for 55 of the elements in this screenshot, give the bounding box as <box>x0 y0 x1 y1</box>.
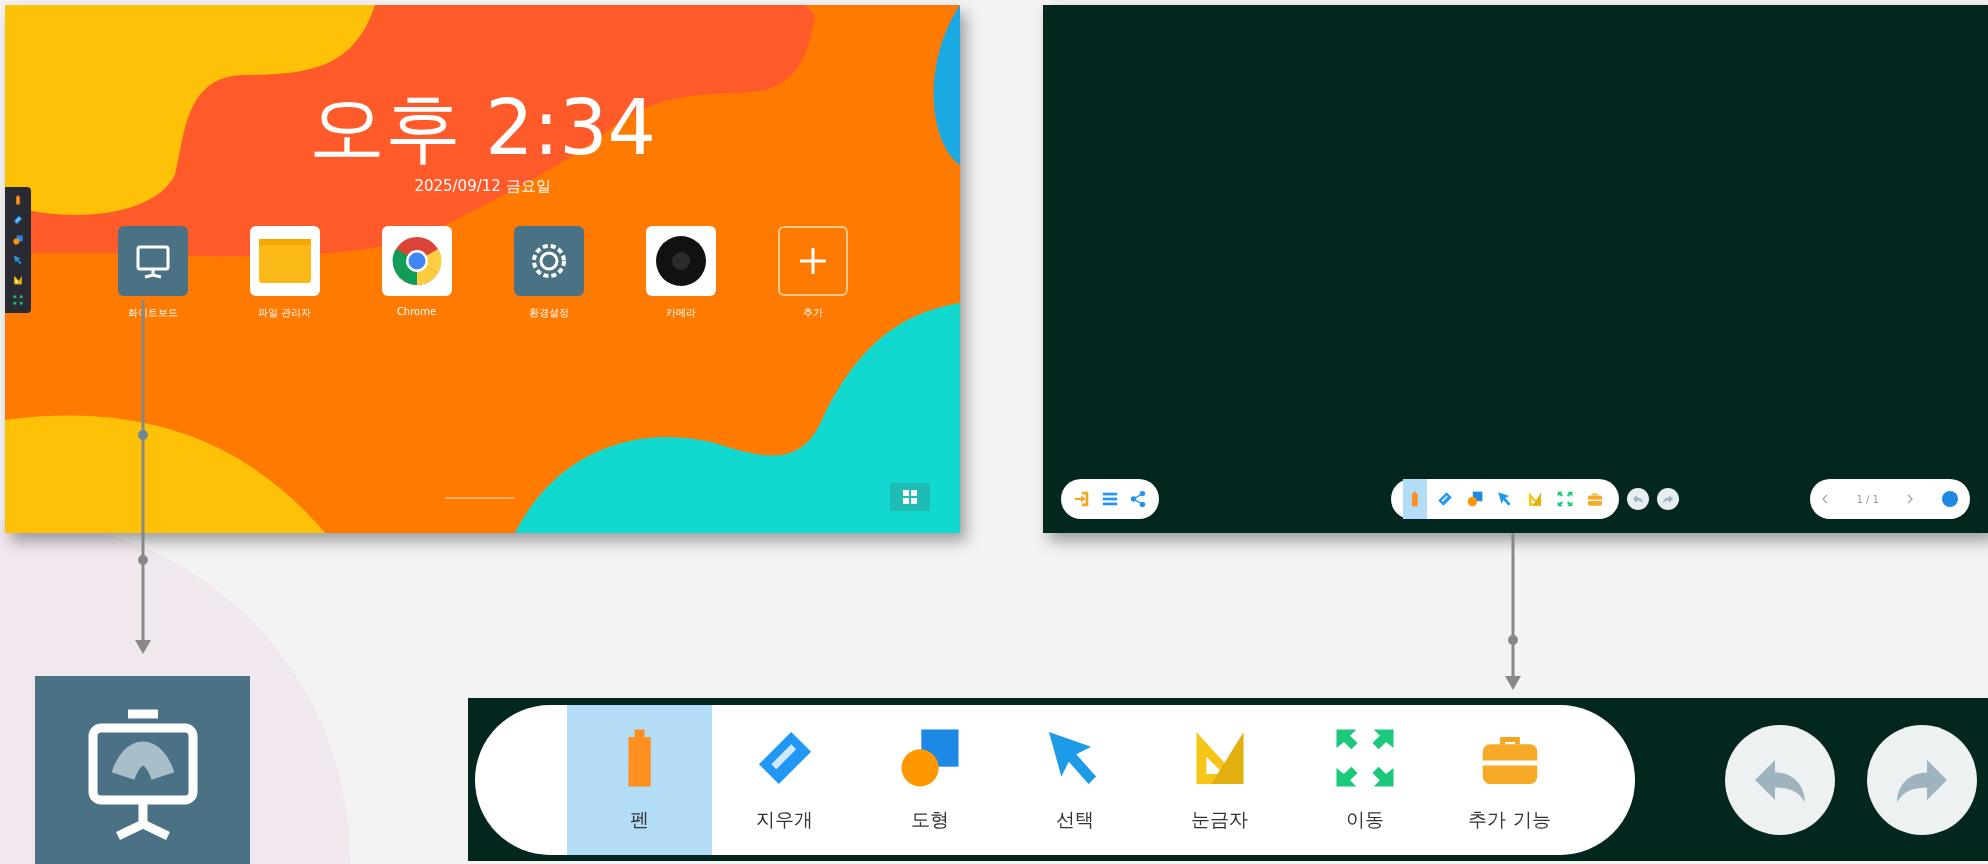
move-icon <box>1333 726 1396 789</box>
tool-tile[interactable]: 도형 <box>857 704 1002 855</box>
tool-tile[interactable]: 지우개 <box>712 704 857 855</box>
tool-label: 도형 <box>910 806 949 832</box>
browser-logo-icon <box>391 236 442 286</box>
pen-icon <box>15 195 21 205</box>
tool-tile[interactable]: 선택 <box>1002 704 1147 855</box>
redo-arrow-icon <box>1661 493 1674 505</box>
tool-label: 펜 <box>630 806 649 832</box>
shapes-icon <box>13 235 23 245</box>
cursor-icon <box>1496 491 1513 507</box>
toolbox-icon <box>1586 491 1603 507</box>
tool-tile[interactable]: 이동 <box>1292 704 1437 855</box>
app-label: 카메라 <box>665 306 696 320</box>
move-icon <box>1556 491 1573 507</box>
folder-icon <box>258 239 311 283</box>
page-number: 1 / 1 <box>1856 493 1879 505</box>
tool-tile[interactable] <box>1402 479 1427 519</box>
move-icon <box>13 295 23 305</box>
ruler-icon <box>13 275 23 285</box>
tool-label: 추가 기능 <box>1468 806 1551 832</box>
shapes-icon <box>1466 491 1483 507</box>
pen-icon <box>1409 491 1420 507</box>
undo-arrow-icon <box>1631 493 1644 505</box>
chevron-left-icon[interactable] <box>1822 494 1828 504</box>
undo-button[interactable] <box>1626 488 1649 510</box>
app-label: 파일 관리자 <box>257 306 312 320</box>
tool-tile[interactable]: 펜 <box>567 704 712 855</box>
windows-icon <box>903 490 917 504</box>
chevron-right-icon[interactable] <box>1907 494 1914 504</box>
eraser-icon <box>13 215 23 225</box>
windows-button[interactable] <box>890 483 930 511</box>
exit-icon <box>1073 490 1091 508</box>
camera-lens-icon <box>654 235 707 287</box>
share-icon <box>1129 490 1147 508</box>
clock-text: 오후 2:34 <box>309 83 656 173</box>
cursor-icon <box>13 255 23 265</box>
add-page-button[interactable] <box>1942 491 1958 507</box>
redo-button[interactable] <box>1656 488 1679 510</box>
tool-tile[interactable]: 추가 기능 <box>1437 704 1582 855</box>
tool-label: 이동 <box>1345 806 1384 832</box>
app-label: 화이트보드 <box>127 306 178 320</box>
app-label: Chrome <box>396 306 437 317</box>
tool-label: 지우개 <box>756 806 813 832</box>
page-indicator <box>445 497 515 499</box>
tool-label: 선택 <box>1055 806 1094 832</box>
tool-label: 눈금자 <box>1191 806 1248 832</box>
eraser-icon <box>1436 491 1453 507</box>
tool-tile[interactable]: 눈금자 <box>1147 704 1292 855</box>
date-text: 2025/09/12 금요일 <box>414 177 551 196</box>
app-icon[interactable] <box>645 226 716 296</box>
menu-icon <box>1101 490 1119 508</box>
app-label: 환경설정 <box>528 306 569 320</box>
app-label: 추가 <box>802 306 823 320</box>
ruler-icon <box>1526 491 1543 507</box>
